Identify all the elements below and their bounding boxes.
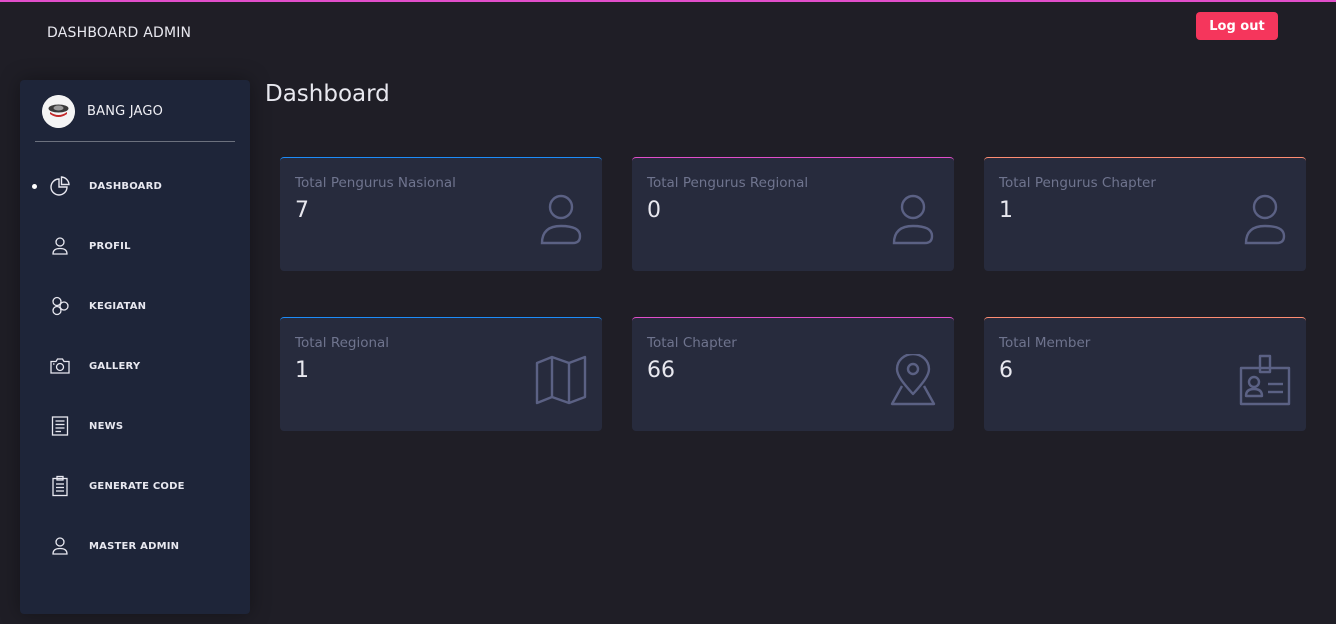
card-value: 6 — [999, 358, 1013, 383]
sidebar-item-master-admin[interactable]: MASTER ADMIN — [20, 526, 250, 566]
card-title: Total Pengurus Nasional — [295, 175, 456, 191]
user-profile[interactable]: BANG JAGO — [42, 95, 163, 128]
sidebar-item-kegiatan[interactable]: KEGIATAN — [20, 286, 250, 326]
active-indicator — [32, 183, 37, 189]
top-accent-bar — [0, 0, 1336, 2]
sidebar-item-label: DASHBOARD — [89, 180, 163, 192]
stat-card-pengurus-nasional: Total Pengurus Nasional 7 — [280, 157, 602, 271]
sidebar: BANG JAGO DASHBOARD PROFIL KEGIATAN GALL… — [20, 80, 250, 614]
sidebar-divider — [35, 141, 235, 142]
user-icon — [886, 193, 940, 247]
pie-chart-icon — [49, 175, 71, 197]
sidebar-item-generate-code[interactable]: GENERATE CODE — [20, 466, 250, 506]
document-icon — [49, 415, 71, 437]
sidebar-item-label: GENERATE CODE — [89, 480, 185, 492]
sidebar-item-label: MASTER ADMIN — [89, 540, 180, 552]
id-badge-icon — [1238, 353, 1292, 407]
atom-icon — [49, 295, 71, 317]
map-pin-icon — [886, 353, 940, 407]
sidebar-item-gallery[interactable]: GALLERY — [20, 346, 250, 386]
user-icon — [49, 235, 71, 257]
camera-icon — [49, 355, 71, 377]
user-icon — [534, 193, 588, 247]
stat-card-pengurus-chapter: Total Pengurus Chapter 1 — [984, 157, 1306, 271]
card-title: Total Pengurus Regional — [647, 175, 809, 191]
sidebar-item-dashboard[interactable]: DASHBOARD — [20, 166, 250, 206]
card-title: Total Regional — [295, 335, 390, 351]
user-icon — [1238, 193, 1292, 247]
sidebar-item-news[interactable]: NEWS — [20, 406, 250, 446]
sidebar-item-label: NEWS — [89, 420, 124, 432]
card-value: 0 — [647, 198, 661, 223]
card-value: 1 — [999, 198, 1013, 223]
clipboard-icon — [49, 475, 71, 497]
stat-card-member: Total Member 6 — [984, 317, 1306, 431]
stat-card-chapter: Total Chapter 66 — [632, 317, 954, 431]
logout-button[interactable]: Log out — [1196, 12, 1278, 40]
sidebar-item-label: KEGIATAN — [89, 300, 147, 312]
page-title: Dashboard — [265, 81, 390, 107]
stat-card-regional: Total Regional 1 — [280, 317, 602, 431]
username: BANG JAGO — [87, 104, 164, 119]
sidebar-item-label: GALLERY — [89, 360, 141, 372]
sidebar-item-label: PROFIL — [89, 240, 131, 252]
card-title: Total Member — [999, 335, 1091, 351]
sidebar-item-profil[interactable]: PROFIL — [20, 226, 250, 266]
card-value: 1 — [295, 358, 309, 383]
brand-title: DASHBOARD ADMIN — [47, 25, 192, 41]
card-value: 66 — [647, 358, 675, 383]
card-title: Total Pengurus Chapter — [999, 175, 1156, 191]
card-value: 7 — [295, 198, 309, 223]
avatar — [42, 95, 75, 128]
card-title: Total Chapter — [647, 335, 737, 351]
stat-card-pengurus-regional: Total Pengurus Regional 0 — [632, 157, 954, 271]
map-icon — [534, 353, 588, 407]
user-icon — [49, 535, 71, 557]
